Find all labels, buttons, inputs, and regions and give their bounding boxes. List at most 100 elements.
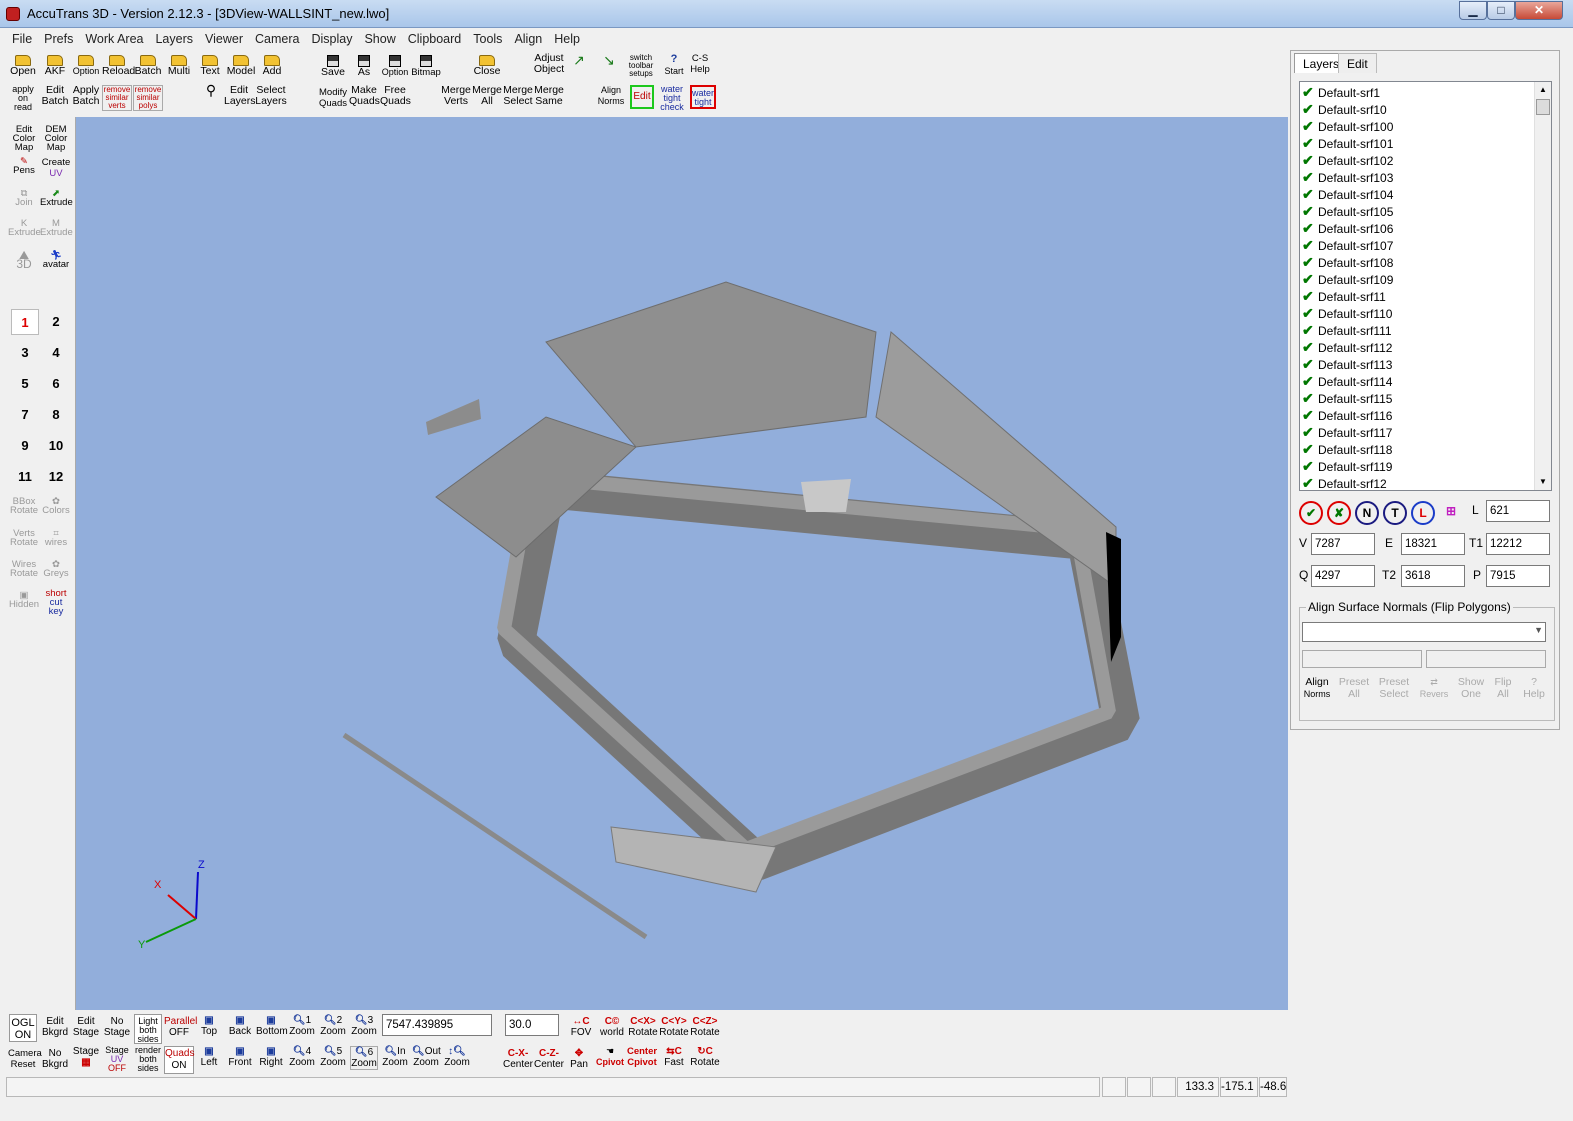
rotate-cx-button[interactable]: C<X> Rotate	[628, 1016, 658, 1038]
minimize-button[interactable]: ▁	[1459, 1, 1487, 20]
zoom-4-button[interactable]: 🔍︎4 Zoom	[288, 1046, 316, 1068]
view-slot-4[interactable]: 4	[42, 340, 70, 366]
add-button[interactable]: Add	[257, 55, 287, 77]
align-help-button[interactable]: ? Help	[1520, 676, 1548, 700]
vertex-count-field[interactable]: 7287	[1311, 533, 1375, 555]
menu-work-area[interactable]: Work Area	[79, 30, 149, 50]
layer-row[interactable]: ✔ Default-srf1	[1302, 84, 1380, 101]
layer-row[interactable]: ✔ Default-srf103	[1302, 169, 1393, 186]
layer-visible-check-icon[interactable]: ✔	[1302, 390, 1318, 407]
layer-visible-check-icon[interactable]: ✔	[1302, 424, 1318, 441]
polygon-count-field[interactable]: 7915	[1486, 565, 1550, 587]
layer-visible-check-icon[interactable]: ✔	[1302, 288, 1318, 305]
layer-list-scrollbar[interactable]: ▲ ▼	[1534, 82, 1551, 490]
tab-edit[interactable]: Edit	[1338, 53, 1377, 73]
layer-row[interactable]: ✔ Default-srf111	[1302, 322, 1392, 339]
layer-list[interactable]: ✔ Default-srf1 ✔ Default-srf10 ✔ Default-srf1…	[1299, 81, 1552, 491]
layer-visible-check-icon[interactable]: ✔	[1302, 458, 1318, 475]
start-button[interactable]: ? Start	[662, 53, 686, 77]
center-cx-button[interactable]: C-X- Center	[503, 1048, 533, 1070]
wires-button[interactable]: ⌗ wires	[40, 529, 72, 548]
zoom-3-button[interactable]: 🔍︎3 Zoom	[350, 1015, 378, 1037]
layer-row[interactable]: ✔ Default-srf105	[1302, 203, 1393, 220]
menu-tools[interactable]: Tools	[467, 30, 508, 50]
view-slot-10[interactable]: 10	[42, 433, 70, 459]
ogl-on-button[interactable]: OGL ON	[9, 1014, 37, 1042]
hidden-button[interactable]: ▣ Hidden	[8, 591, 40, 610]
water-tight-off-button[interactable]: water tight	[690, 85, 716, 109]
render-both-sides-button[interactable]: render both sides	[134, 1046, 162, 1073]
uncheck-all-icon[interactable]: ✘	[1327, 501, 1351, 525]
layer-visible-check-icon[interactable]: ✔	[1302, 101, 1318, 118]
quads-on-button[interactable]: Quads ON	[164, 1046, 194, 1074]
show-one-button[interactable]: Show One	[1456, 676, 1486, 700]
layer-row[interactable]: ✔ Default-srf112	[1302, 339, 1392, 356]
view-slot-11[interactable]: 11	[11, 464, 39, 490]
dem-color-map-button[interactable]: DEM Color Map	[40, 125, 72, 153]
menu-layers[interactable]: Layers	[149, 30, 199, 50]
maximize-button[interactable]: □	[1487, 1, 1515, 20]
layer-row[interactable]: ✔ Default-srf109	[1302, 271, 1393, 288]
camera-rotate-button[interactable]: ↻C Rotate	[690, 1046, 720, 1068]
layer-row[interactable]: ✔ Default-srf116	[1302, 407, 1392, 424]
center-cz-button[interactable]: C-Z- Center	[534, 1048, 564, 1070]
layer-row[interactable]: ✔ Default-srf106	[1302, 220, 1393, 237]
m-extrude-button[interactable]: M Extrude	[40, 219, 73, 238]
l-field[interactable]: 621	[1486, 500, 1550, 522]
menu-prefs[interactable]: Prefs	[38, 30, 79, 50]
stage-uv-off-button[interactable]: Stage UV OFF	[102, 1046, 132, 1073]
fov-button[interactable]: ↔C FOV	[566, 1016, 596, 1038]
edit-mode-button[interactable]: Edit	[630, 85, 654, 109]
open-button[interactable]: Open	[8, 55, 38, 77]
layer-row[interactable]: ✔ Default-srf119	[1302, 458, 1392, 475]
view-bottom-button[interactable]: ▣ Bottom	[256, 1015, 288, 1037]
layer-row[interactable]: ✔ Default-srf100	[1302, 118, 1393, 135]
layer-visible-check-icon[interactable]: ✔	[1302, 373, 1318, 390]
zoom-1-button[interactable]: 🔍︎1 Zoom	[288, 1015, 316, 1037]
bitmap-button[interactable]: Bitmap	[411, 55, 441, 78]
layer-visible-check-icon[interactable]: ✔	[1302, 84, 1318, 101]
layer-visible-check-icon[interactable]: ✔	[1302, 118, 1318, 135]
scroll-down-icon[interactable]: ▼	[1535, 474, 1551, 490]
menu-camera[interactable]: Camera	[249, 30, 305, 50]
quad-count-field[interactable]: 4297	[1311, 565, 1375, 587]
align-field-1[interactable]	[1302, 650, 1422, 668]
zoom-6-button[interactable]: 🔍︎6 Zoom	[350, 1046, 378, 1070]
axes-h-icon[interactable]: ↗	[566, 53, 592, 67]
layer-row[interactable]: ✔ Default-srf11	[1302, 288, 1386, 305]
layer-row[interactable]: ✔ Default-srf101	[1302, 135, 1393, 152]
layer-visible-check-icon[interactable]: ✔	[1302, 356, 1318, 373]
text-button[interactable]: Text	[195, 55, 225, 77]
merge-all-button[interactable]: Merge All	[472, 85, 502, 107]
layer-row[interactable]: ✔ Default-srf102	[1302, 152, 1393, 169]
reverse-button[interactable]: ⇄ Revers	[1418, 676, 1450, 700]
apply-batch-button[interactable]: Apply Batch	[71, 85, 101, 107]
align-surface-select[interactable]: ▼	[1302, 622, 1546, 642]
layer-visible-check-icon[interactable]: ✔	[1302, 305, 1318, 322]
layer-visible-check-icon[interactable]: ✔	[1302, 271, 1318, 288]
view-left-button[interactable]: ▣ Left	[196, 1046, 222, 1068]
layer-row[interactable]: ✔ Default-srf113	[1302, 356, 1392, 373]
layer-tree-icon[interactable]: ⊞	[1439, 501, 1463, 525]
option-button[interactable]: Option	[71, 55, 101, 77]
view-slot-5[interactable]: 5	[11, 371, 39, 397]
layer-visible-check-icon[interactable]: ✔	[1302, 254, 1318, 271]
multi-button[interactable]: Multi	[164, 55, 194, 77]
rotate-cy-button[interactable]: C<Y> Rotate	[659, 1016, 689, 1038]
k-extrude-button[interactable]: K Extrude	[8, 219, 41, 238]
menu-clipboard[interactable]: Clipboard	[402, 30, 468, 50]
layer-t-button[interactable]: T	[1383, 501, 1407, 525]
t2-count-field[interactable]: 3618	[1401, 565, 1465, 587]
scroll-thumb[interactable]	[1536, 99, 1550, 115]
3d-viewport[interactable]: X Z Y	[76, 117, 1288, 1010]
view-back-button[interactable]: ▣ Back	[226, 1015, 254, 1037]
merge-select-button[interactable]: Merge Select	[503, 85, 533, 107]
layer-l-icon[interactable]: L	[1411, 501, 1435, 525]
menu-show[interactable]: Show	[358, 30, 401, 50]
apply-on-read-button[interactable]: apply on read	[8, 85, 38, 112]
scroll-up-icon[interactable]: ▲	[1535, 82, 1551, 98]
model-button[interactable]: Model	[226, 55, 256, 77]
close-button[interactable]: ✕	[1515, 1, 1563, 20]
view-right-button[interactable]: ▣ Right	[256, 1046, 286, 1068]
water-tight-check-button[interactable]: water tight check	[657, 85, 687, 112]
